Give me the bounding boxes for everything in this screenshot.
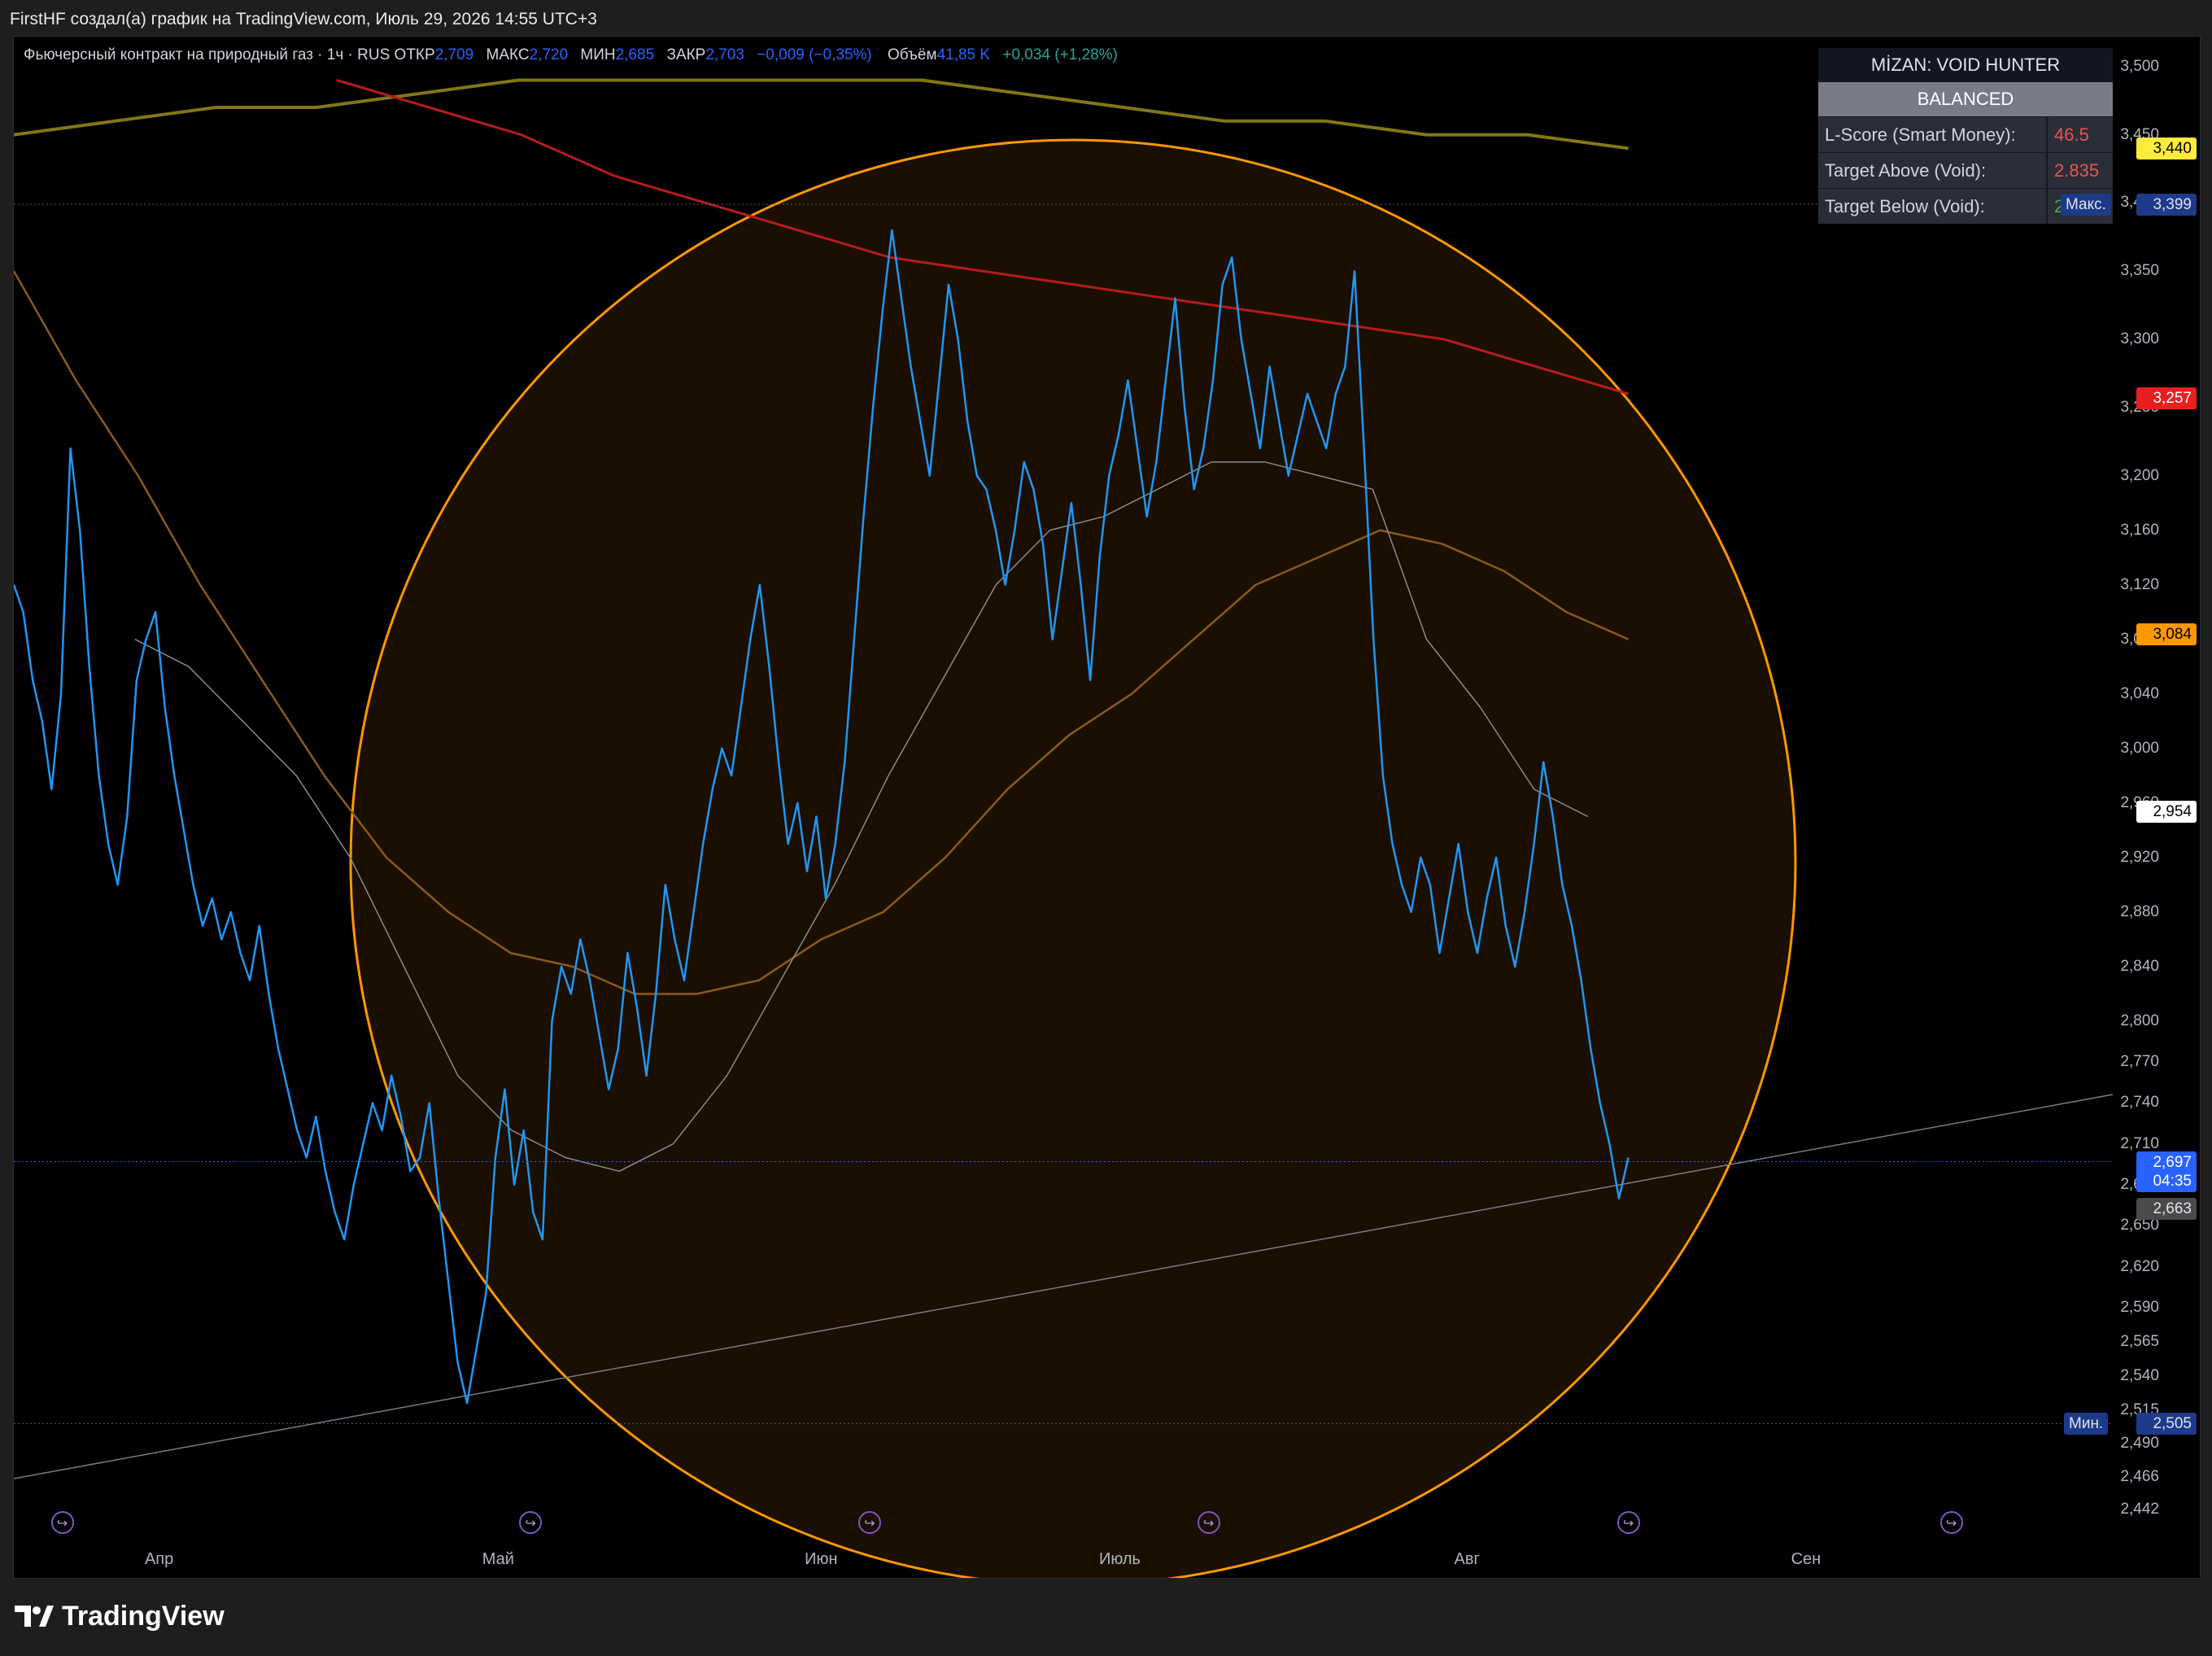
y-tick-label: 3,200 bbox=[2120, 466, 2159, 484]
change-value: −0,009 (−0,35%) bbox=[757, 46, 872, 63]
y-tick-label: 2,920 bbox=[2120, 848, 2159, 866]
y-tick-label: 2,840 bbox=[2120, 957, 2159, 975]
y-tick-label: 2,880 bbox=[2120, 902, 2159, 920]
close-label: ЗАКР bbox=[666, 46, 706, 63]
volume-value: 41,85 K bbox=[936, 46, 991, 63]
price-tag-2-663: 2,663 bbox=[2136, 1197, 2197, 1220]
row-label: L-Score (Smart Money): bbox=[1818, 117, 2048, 152]
y-tick-label: 3,300 bbox=[2120, 330, 2159, 347]
event-marker-icon[interactable]: ↪ bbox=[519, 1511, 543, 1534]
close-value: 2,703 bbox=[705, 46, 744, 63]
low-label: МИН bbox=[580, 46, 616, 63]
symbol-name[interactable]: Фьючерсный контракт на природный газ · 1… bbox=[24, 46, 390, 63]
low-value: 2,685 bbox=[615, 46, 655, 63]
high-value: 2,720 bbox=[529, 46, 569, 63]
price-tag-3-399: 3,399 bbox=[2136, 194, 2197, 216]
y-tick-label: 3,000 bbox=[2120, 739, 2159, 757]
row-label: Target Below (Void): bbox=[1818, 189, 2048, 224]
y-tick-label: 2,565 bbox=[2120, 1332, 2159, 1350]
table-row: Target Above (Void): 2.835 bbox=[1818, 152, 2113, 188]
x-tick-label: Апр bbox=[144, 1550, 174, 1568]
price-tag-3-440: 3,440 bbox=[2136, 138, 2197, 160]
y-tick-label: 3,160 bbox=[2120, 521, 2159, 539]
volume-change: +0,034 (+1,28%) bbox=[1002, 46, 1118, 63]
symbol-legend: Фьючерсный контракт на природный газ · 1… bbox=[24, 46, 1118, 64]
chart-pane[interactable]: Фьючерсный контракт на природный газ · 1… bbox=[13, 36, 2201, 1579]
y-tick-label: 2,740 bbox=[2120, 1094, 2159, 1112]
x-tick-label: Авг bbox=[1454, 1550, 1480, 1568]
table-row: L-Score (Smart Money): 46.5 bbox=[1818, 116, 2113, 152]
y-tick-label: 2,540 bbox=[2120, 1366, 2159, 1384]
tradingview-logo-icon bbox=[15, 1606, 54, 1627]
y-tick-label: 2,590 bbox=[2120, 1298, 2159, 1316]
y-tick-label: 2,800 bbox=[2120, 1012, 2159, 1029]
price-tag-2-954: 2,954 bbox=[2136, 800, 2197, 823]
event-marker-icon[interactable]: ↪ bbox=[1616, 1511, 1640, 1534]
brand-name: TradingView bbox=[62, 1600, 225, 1632]
x-tick-label: Сен bbox=[1791, 1550, 1822, 1568]
circle-drawing bbox=[349, 138, 1797, 1578]
row-value: 46.5 bbox=[2054, 125, 2089, 145]
price-tag-3-257: 3,257 bbox=[2136, 387, 2197, 409]
table-status: BALANCED bbox=[1818, 82, 2113, 116]
tradingview-brand[interactable]: TradingView bbox=[15, 1598, 225, 1634]
price-tag-3-084: 3,084 bbox=[2136, 623, 2197, 645]
y-tick-label: 3,500 bbox=[2120, 57, 2159, 75]
y-tick-label: 2,442 bbox=[2120, 1500, 2159, 1518]
x-tick-label: Июн bbox=[805, 1550, 838, 1568]
high-label: МАКС bbox=[486, 46, 530, 63]
y-tick-label: 2,620 bbox=[2120, 1257, 2159, 1275]
event-marker-icon[interactable]: ↪ bbox=[1197, 1511, 1220, 1534]
max-side-label: Макс. bbox=[2061, 194, 2111, 216]
y-tick-label: 2,466 bbox=[2120, 1467, 2159, 1485]
y-tick-label: 2,710 bbox=[2120, 1134, 2159, 1152]
bar-countdown: 04:35 bbox=[2136, 1169, 2197, 1192]
y-tick-label: 3,350 bbox=[2120, 262, 2159, 280]
volume-label: Объём bbox=[888, 46, 937, 63]
open-value: 2,709 bbox=[434, 46, 474, 63]
chart-caption: FirstHF создал(а) график на TradingView.… bbox=[10, 10, 597, 28]
row-label: Target Above (Void): bbox=[1818, 153, 2048, 188]
circle-drawing-layer bbox=[349, 138, 1797, 1578]
y-tick-label: 3,120 bbox=[2120, 575, 2159, 593]
y-tick-label: 2,490 bbox=[2120, 1435, 2159, 1453]
price-tag-2-505: 2,505 bbox=[2136, 1413, 2197, 1435]
event-marker-icon[interactable]: ↪ bbox=[857, 1511, 881, 1534]
y-tick-label: 2,650 bbox=[2120, 1217, 2159, 1234]
event-marker-icon[interactable]: ↪ bbox=[50, 1511, 74, 1534]
x-tick-label: Июль bbox=[1098, 1550, 1141, 1568]
open-label: ОТКР bbox=[394, 46, 435, 63]
table-title: MİZAN: VOID HUNTER bbox=[1818, 48, 2113, 82]
ma-series-1 bbox=[14, 78, 1629, 151]
y-tick-label: 2,770 bbox=[2120, 1053, 2159, 1071]
min-side-label: Мин. bbox=[2064, 1413, 2109, 1435]
row-value: 2.835 bbox=[2054, 160, 2100, 181]
event-marker-icon[interactable]: ↪ bbox=[1939, 1511, 1963, 1534]
price-chart[interactable] bbox=[14, 37, 2200, 1578]
x-tick-label: Май bbox=[482, 1550, 514, 1568]
y-tick-label: 3,040 bbox=[2120, 684, 2159, 702]
